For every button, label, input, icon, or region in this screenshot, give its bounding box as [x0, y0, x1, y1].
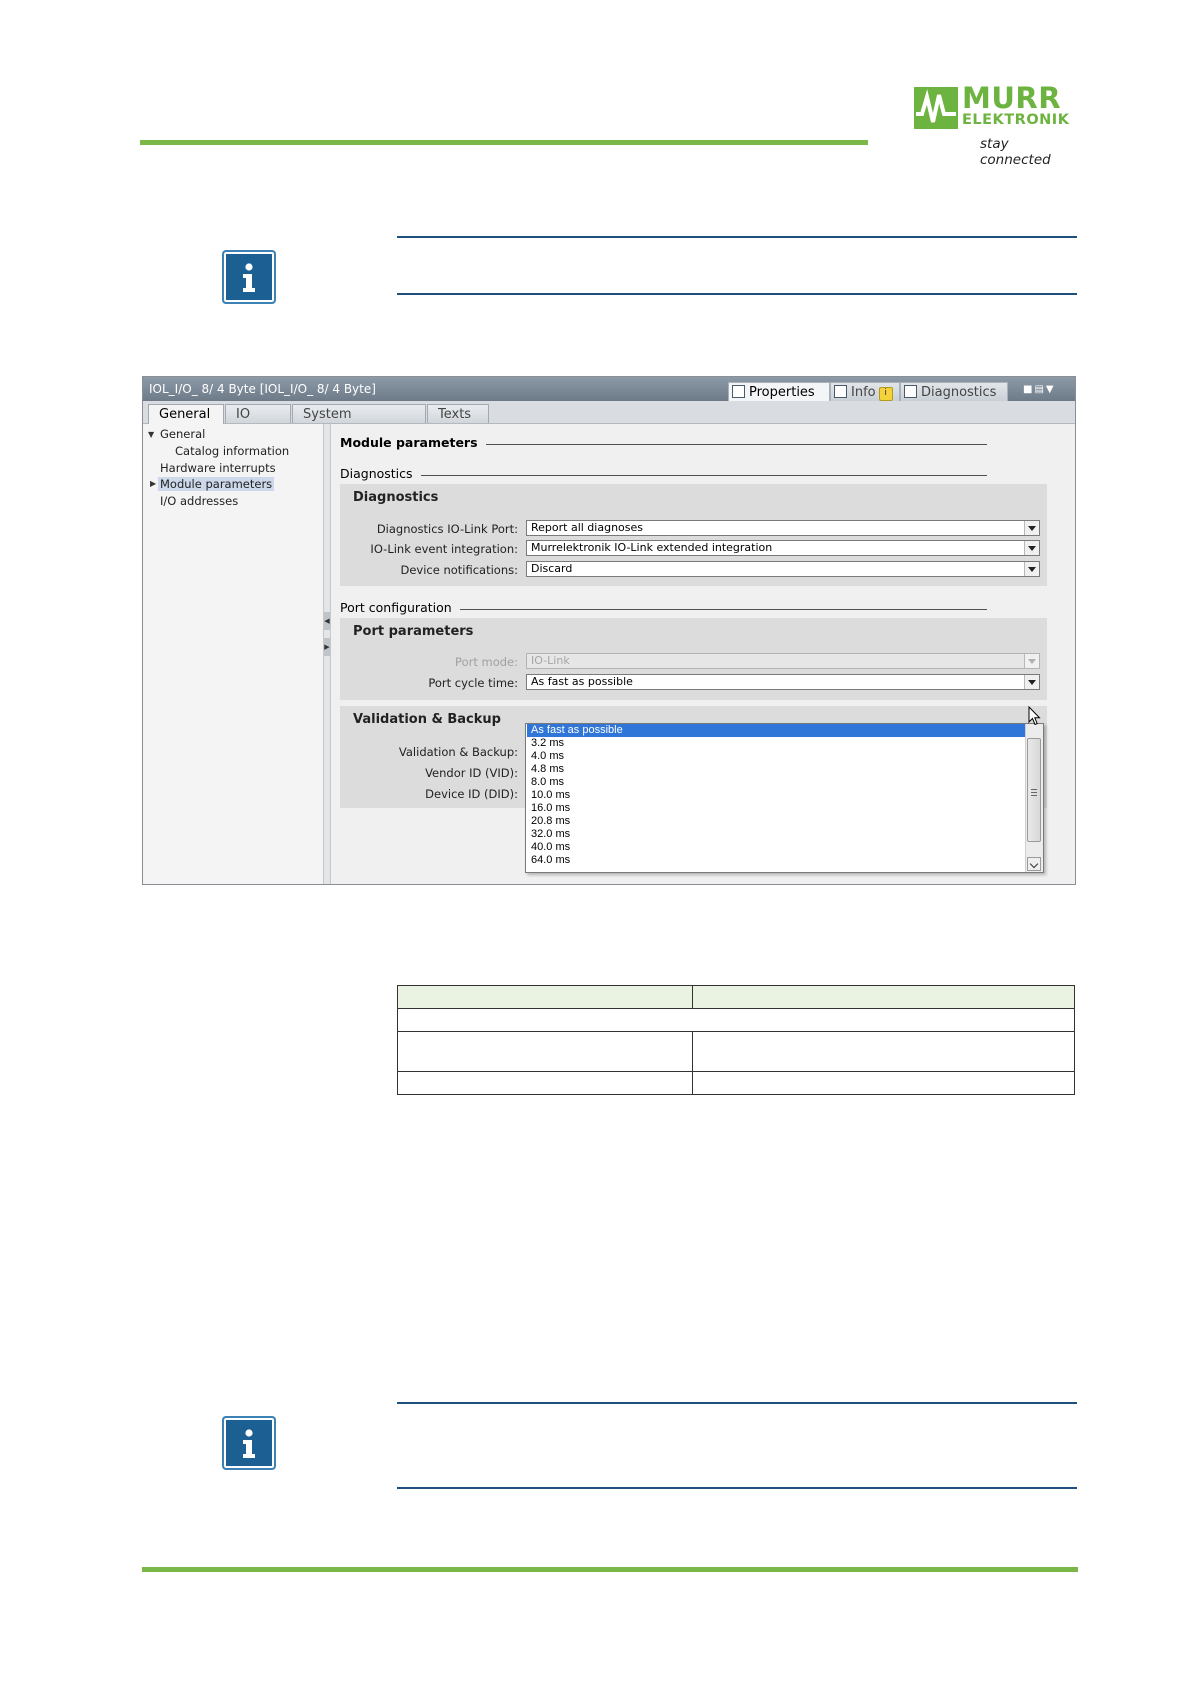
dropdown-scrollbar[interactable]	[1025, 724, 1043, 872]
header-rule	[140, 140, 868, 145]
tab-io-tags[interactable]: IO tags	[225, 404, 291, 438]
nav-io-addresses[interactable]: I/O addresses	[160, 494, 238, 508]
dropdown-option[interactable]: 4.8 ms	[527, 763, 1026, 776]
note-top-rule	[397, 1402, 1077, 1404]
note-bottom-rule	[397, 293, 1077, 295]
validation-backup-group-title: Validation & Backup	[353, 712, 501, 727]
properties-icon	[732, 385, 745, 398]
chevron-down-icon	[1024, 654, 1039, 668]
info-note-icon	[222, 250, 276, 304]
table-cell	[397, 1031, 693, 1072]
chevron-down-icon[interactable]	[1024, 521, 1039, 535]
diagnostics-group-title: Diagnostics	[353, 490, 439, 505]
device-notifications-select[interactable]: Discard	[526, 561, 1040, 577]
nav-general[interactable]: General	[160, 427, 205, 441]
dropdown-option[interactable]	[527, 867, 1026, 872]
vendor-id-label: Vendor ID (VID):	[425, 766, 518, 780]
diagnostics-group: Diagnostics Diagnostics IO-Link Port: Re…	[340, 484, 1047, 586]
dropdown-option[interactable]: 10.0 ms	[527, 789, 1026, 802]
expand-down-icon[interactable]: ▼	[148, 430, 154, 439]
dropdown-option[interactable]: 40.0 ms	[527, 841, 1026, 854]
nav-module-parameters[interactable]: Module parameters	[158, 477, 275, 491]
dropdown-option[interactable]: 64.0 ms	[527, 854, 1026, 867]
section-rule	[401, 475, 987, 476]
table-cell	[692, 1071, 1075, 1095]
tab-texts[interactable]: Texts	[427, 404, 489, 423]
expand-right-icon[interactable]: ▶	[150, 479, 156, 488]
tab-info[interactable]: Info i	[830, 382, 900, 401]
collapse-left-icon[interactable]: ◀	[324, 612, 330, 630]
footer-rule	[142, 1567, 1078, 1572]
table-header-cell	[692, 985, 1075, 1009]
section-rule	[431, 609, 987, 610]
property-tabs: General IO tags System constants Texts	[143, 401, 1075, 438]
table-cell	[397, 1008, 1075, 1032]
device-id-label: Device ID (DID):	[425, 787, 518, 801]
cycle-time-dropdown-list[interactable]: As fast as possible 3.2 ms 4.0 ms 4.8 ms…	[525, 723, 1044, 873]
logo-subtitle: ELEKTRONIK	[962, 112, 1070, 128]
logo-tagline: stay connected	[980, 136, 1051, 168]
port-configuration-heading: Port configuration	[340, 600, 460, 615]
info-note-icon	[222, 1416, 276, 1470]
note-bottom-rule	[397, 1487, 1077, 1489]
dropdown-option[interactable]: 20.8 ms	[527, 815, 1026, 828]
scroll-down-icon[interactable]	[1027, 857, 1041, 871]
window-controls-icon[interactable]: ■▤▼	[1023, 384, 1056, 395]
chevron-down-icon[interactable]	[1024, 541, 1039, 555]
parameter-table	[397, 985, 1075, 1095]
tab-general[interactable]: General	[148, 404, 224, 424]
navigation-tree: ▼ General Catalog information Hardware i…	[143, 424, 324, 884]
tab-properties[interactable]: Properties	[728, 382, 830, 401]
table-cell	[692, 1031, 1075, 1072]
diag-port-select[interactable]: Report all diagnoses	[526, 520, 1040, 536]
event-integration-select[interactable]: Murrelektronik IO-Link extended integrat…	[526, 540, 1040, 556]
logo-name: MURR	[962, 81, 1062, 115]
port-mode-label: Port mode:	[455, 655, 518, 669]
scroll-thumb[interactable]	[1027, 738, 1041, 842]
table-cell	[397, 1071, 693, 1095]
dropdown-option[interactable]: 32.0 ms	[527, 828, 1026, 841]
grip-icon	[1031, 789, 1037, 796]
mouse-pointer-icon	[1028, 706, 1041, 726]
port-cycle-time-select[interactable]: As fast as possible	[526, 674, 1040, 690]
tab-system-constants[interactable]: System constants	[292, 404, 426, 438]
info-tab-icon	[834, 385, 847, 398]
port-mode-select: IO-Link	[526, 653, 1040, 669]
section-rule	[452, 444, 987, 445]
diagnostics-heading: Diagnostics	[340, 466, 421, 481]
window-title: IOL_I/O_ 8/ 4 Byte [IOL_I/O_ 8/ 4 Byte]	[149, 382, 376, 396]
warning-info-icon: i	[878, 387, 893, 401]
dropdown-option[interactable]: 8.0 ms	[527, 776, 1026, 789]
diagnostics-icon	[904, 385, 917, 398]
port-parameters-group: Port parameters Port mode: IO-Link Port …	[340, 618, 1047, 700]
note-top-rule	[397, 236, 1077, 238]
port-cycle-time-label: Port cycle time:	[428, 676, 518, 690]
chevron-down-icon[interactable]	[1024, 562, 1039, 576]
window-titlebar: IOL_I/O_ 8/ 4 Byte [IOL_I/O_ 8/ 4 Byte] …	[143, 377, 1075, 401]
dropdown-option[interactable]: 3.2 ms	[527, 737, 1026, 750]
nav-catalog-information[interactable]: Catalog information	[175, 444, 289, 458]
company-logo: MURR ELEKTRONIK stay connected	[912, 81, 1072, 168]
expand-right-pane-icon[interactable]: ▶	[324, 638, 330, 656]
device-notifications-label: Device notifications:	[400, 563, 518, 577]
event-integration-label: IO-Link event integration:	[370, 542, 518, 556]
validation-backup-label: Validation & Backup:	[398, 745, 518, 759]
pane-splitter[interactable]: ◀ ▶	[324, 424, 331, 884]
tab-diagnostics[interactable]: Diagnostics	[900, 382, 1008, 401]
dropdown-option[interactable]: 4.0 ms	[527, 750, 1026, 763]
murr-logo-mark-icon	[914, 87, 958, 129]
module-parameters-heading: Module parameters	[340, 435, 486, 450]
dropdown-option[interactable]: 16.0 ms	[527, 802, 1026, 815]
nav-hardware-interrupts[interactable]: Hardware interrupts	[160, 461, 276, 475]
port-parameters-group-title: Port parameters	[353, 624, 474, 639]
table-header-cell	[397, 985, 693, 1009]
diag-port-label: Diagnostics IO-Link Port:	[376, 522, 518, 536]
dropdown-option[interactable]: As fast as possible	[527, 724, 1026, 737]
chevron-down-icon[interactable]	[1024, 675, 1039, 689]
